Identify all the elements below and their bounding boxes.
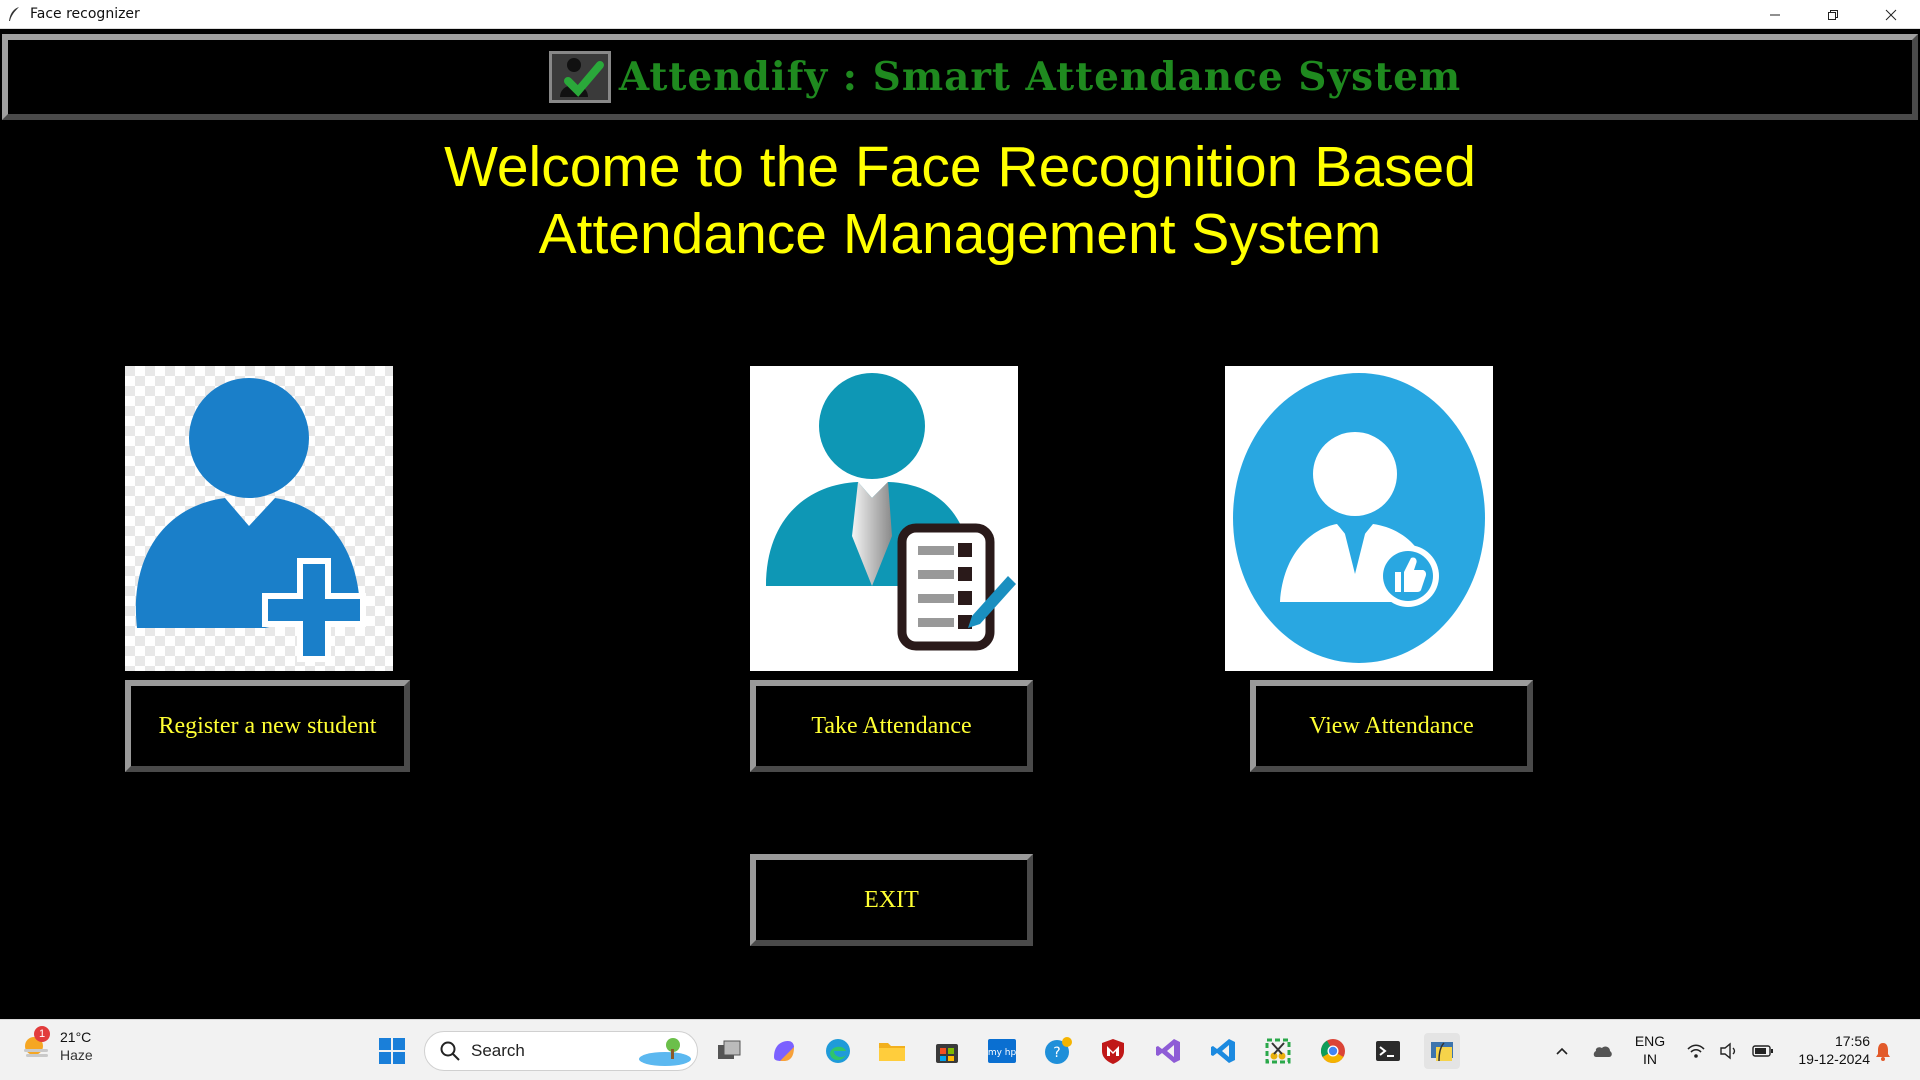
clock[interactable]: 17:56 19-12-2024 <box>1784 1032 1870 1068</box>
minimize-button[interactable] <box>1746 0 1804 29</box>
app-heading: Attendify : Smart Attendance System <box>618 54 1462 100</box>
weather-sun-haze-icon: 1 <box>20 1026 52 1062</box>
chrome-icon <box>1320 1039 1345 1064</box>
taskbar-store[interactable] <box>929 1033 965 1069</box>
close-button[interactable] <box>1862 0 1920 29</box>
show-hidden-icons-button[interactable] <box>1544 1033 1580 1069</box>
restore-icon <box>1828 9 1838 20</box>
attendance-check-icon <box>548 51 611 103</box>
weather-condition: Haze <box>60 1047 93 1063</box>
register-student-image <box>125 366 393 671</box>
welcome-line-2: Attendance Management System <box>538 202 1382 266</box>
mcafee-shield-icon <box>1102 1039 1124 1064</box>
clock-time: 17:56 <box>1834 1033 1870 1049</box>
vscode-icon <box>1211 1039 1235 1063</box>
taskbar-mcafee[interactable] <box>1095 1033 1131 1069</box>
take-attendance-image <box>750 366 1018 671</box>
search-highlight-icon <box>639 1038 691 1066</box>
taskbar: 1 21°C Haze Search my hp ? ENG IN 17:56 … <box>0 1019 1920 1080</box>
taskbar-snipping-tool[interactable] <box>1260 1033 1296 1069</box>
app-window: Attendify : Smart Attendance System Welc… <box>0 29 1920 1019</box>
view-attendance-image <box>1225 366 1493 671</box>
svg-text:my hp: my hp <box>988 1048 1017 1058</box>
feather-icon <box>9 7 19 21</box>
region-code: IN <box>1643 1051 1657 1067</box>
start-button[interactable] <box>374 1033 410 1069</box>
windows-logo-icon <box>379 1038 405 1064</box>
clock-date: 19-12-2024 <box>1798 1051 1870 1067</box>
battery-icon <box>1751 1045 1773 1057</box>
taskbar-visual-studio[interactable] <box>1150 1033 1186 1069</box>
search-label: Search <box>471 1041 525 1060</box>
language-code: ENG <box>1634 1033 1666 1049</box>
taskbar-chrome[interactable] <box>1315 1033 1351 1069</box>
register-student-button[interactable]: Register a new student <box>125 680 410 772</box>
take-attendance-button[interactable]: Take Attendance <box>750 680 1033 772</box>
task-view-icon <box>718 1040 741 1059</box>
input-language-indicator[interactable]: ENG IN <box>1628 1032 1672 1068</box>
quick-settings-button[interactable] <box>1680 1033 1780 1069</box>
header-banner: Attendify : Smart Attendance System <box>2 34 1918 120</box>
view-attendance-button[interactable]: View Attendance <box>1250 680 1533 772</box>
taskbar-search[interactable]: Search <box>424 1031 698 1071</box>
snipping-tool-icon <box>1265 1038 1291 1064</box>
close-icon <box>1885 9 1897 20</box>
volume-icon <box>1720 1042 1736 1060</box>
search-icon <box>440 1041 460 1061</box>
myhp-icon: my hp <box>988 1039 1017 1063</box>
weather-widget[interactable]: 1 21°C Haze <box>20 1026 93 1064</box>
window-controls <box>1746 0 1920 29</box>
folder-icon <box>879 1043 905 1061</box>
python-feather-icon <box>1431 1042 1453 1062</box>
edge-icon <box>826 1039 850 1063</box>
person-thumbsup-icon <box>1225 366 1493 671</box>
bell-icon <box>1876 1043 1890 1061</box>
person-add-icon <box>125 366 393 671</box>
taskbar-terminal[interactable] <box>1370 1033 1406 1069</box>
taskbar-edge[interactable] <box>820 1033 856 1069</box>
welcome-message: Welcome to the Face Recognition Based At… <box>0 134 1920 268</box>
onedrive-tray-button[interactable] <box>1584 1033 1620 1069</box>
minimize-icon <box>1770 14 1780 15</box>
task-view-button[interactable] <box>711 1033 747 1069</box>
taskbar-copilot[interactable] <box>766 1033 802 1069</box>
help-icon: ? <box>1045 1037 1072 1064</box>
taskbar-python-app-active[interactable] <box>1424 1033 1460 1069</box>
window-titlebar: Face recognizer <box>0 0 1920 29</box>
window-title: Face recognizer <box>30 6 140 22</box>
notifications-button[interactable] <box>1868 1033 1898 1069</box>
person-clipboard-icon <box>750 366 1018 671</box>
weather-temperature: 21°C <box>60 1029 92 1045</box>
terminal-icon <box>1376 1041 1400 1061</box>
svg-text:?: ? <box>1053 1045 1060 1061</box>
restore-button[interactable] <box>1804 0 1862 29</box>
weather-badge: 1 <box>34 1026 50 1042</box>
taskbar-myhp[interactable]: my hp <box>984 1033 1020 1069</box>
taskbar-file-explorer[interactable] <box>874 1033 910 1069</box>
cloud-icon <box>1593 1046 1612 1057</box>
chevron-up-icon <box>1556 1047 1568 1055</box>
visual-studio-icon <box>1156 1039 1180 1063</box>
copilot-icon <box>774 1041 794 1061</box>
taskbar-vscode[interactable] <box>1205 1033 1241 1069</box>
wifi-icon <box>1687 1044 1705 1058</box>
taskbar-help[interactable]: ? <box>1040 1033 1076 1069</box>
exit-button[interactable]: EXIT <box>750 854 1033 946</box>
welcome-line-1: Welcome to the Face Recognition Based <box>444 135 1476 199</box>
store-icon <box>936 1044 958 1063</box>
